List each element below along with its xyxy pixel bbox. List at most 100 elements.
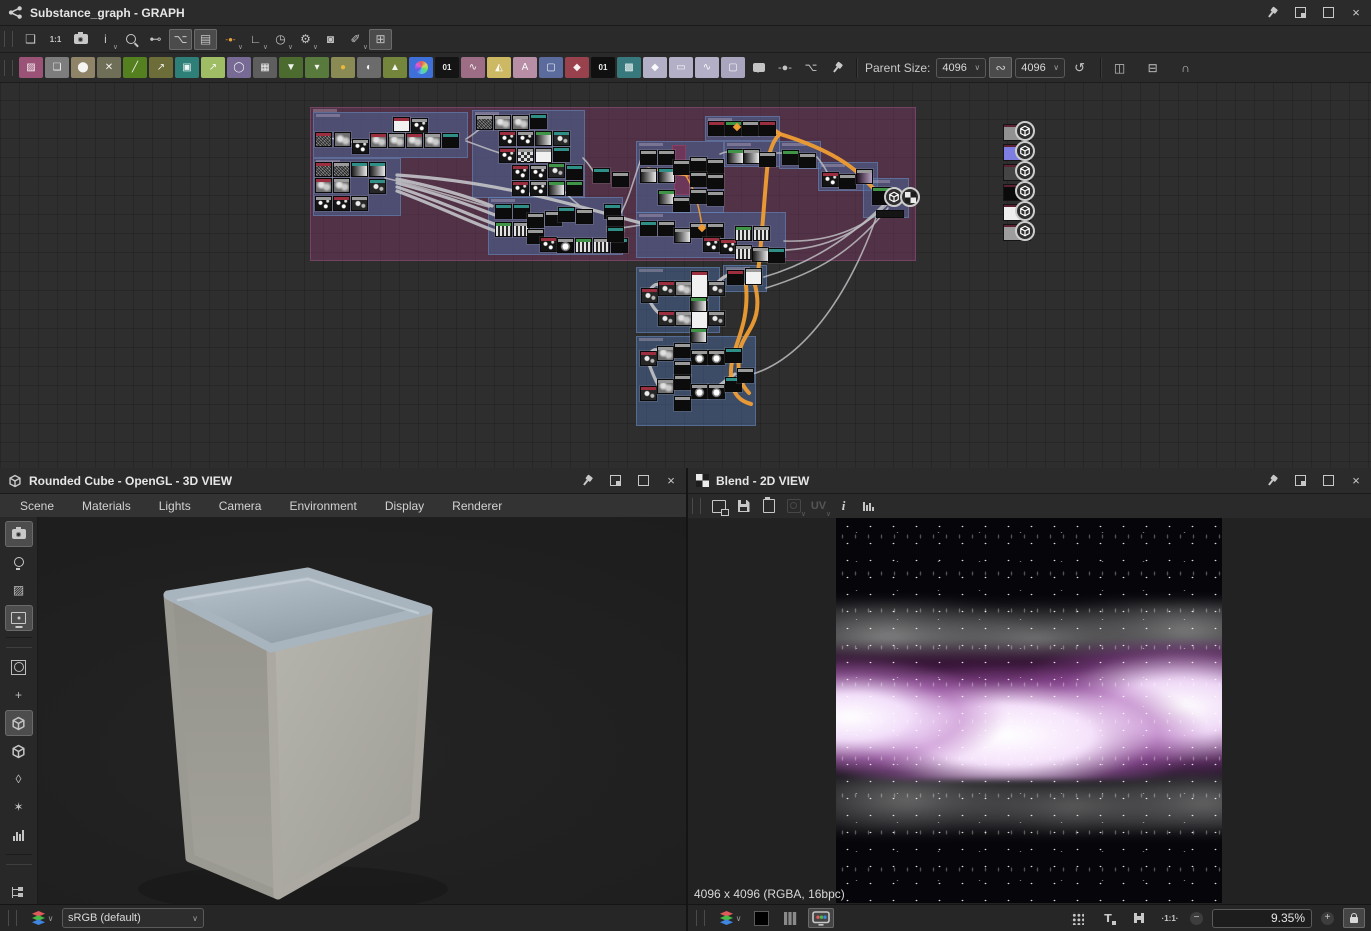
graph-node[interactable] bbox=[512, 115, 529, 130]
toolbar-grip[interactable] bbox=[696, 910, 705, 926]
graph-node[interactable] bbox=[675, 281, 692, 296]
toolbar-grip[interactable] bbox=[4, 31, 13, 47]
zoom-actual-icon[interactable]: 1:1 bbox=[44, 29, 67, 50]
shelf-shape-splatter-icon[interactable]: ◆ bbox=[643, 57, 667, 78]
shelf-curve-icon[interactable]: ╱ bbox=[123, 57, 147, 78]
link-color-icon[interactable]: -●-∨ bbox=[219, 29, 242, 50]
graph-node[interactable] bbox=[640, 351, 657, 366]
graph-node[interactable] bbox=[393, 117, 410, 132]
graph-node[interactable] bbox=[735, 226, 752, 241]
graph-node[interactable] bbox=[657, 346, 674, 361]
graph-node[interactable] bbox=[708, 350, 725, 365]
shelf-mirror-icon[interactable]: ◭ bbox=[487, 57, 511, 78]
graph-node[interactable] bbox=[727, 149, 744, 164]
render-stats-icon[interactable] bbox=[5, 822, 33, 848]
parent-size-width-select[interactable]: 4096∨ bbox=[936, 58, 986, 78]
graph-node[interactable] bbox=[517, 131, 534, 146]
toolbar-grip[interactable] bbox=[692, 498, 701, 514]
graph-node[interactable] bbox=[315, 162, 332, 177]
graph-node[interactable] bbox=[540, 237, 557, 252]
graph-node[interactable] bbox=[753, 226, 770, 241]
environment-icon[interactable]: ▨ bbox=[5, 577, 33, 603]
scene-tree-icon[interactable] bbox=[5, 879, 33, 905]
graph-node[interactable] bbox=[548, 163, 565, 178]
paste-image-icon[interactable] bbox=[757, 496, 780, 517]
graph-node[interactable] bbox=[822, 172, 839, 187]
toolbar-grip[interactable] bbox=[8, 910, 17, 926]
graph-node[interactable] bbox=[388, 133, 405, 148]
graph-node[interactable] bbox=[495, 204, 512, 219]
pin-icon[interactable] bbox=[1265, 6, 1279, 20]
graph-node[interactable] bbox=[576, 209, 593, 224]
float-panel-icon[interactable] bbox=[1293, 474, 1307, 488]
shelf-cells-icon[interactable]: ▩ bbox=[617, 57, 641, 78]
shelf-blur-icon[interactable]: ⬤ bbox=[71, 57, 95, 78]
output-3d-view-badge[interactable] bbox=[1015, 121, 1035, 141]
graph-node[interactable] bbox=[406, 133, 423, 148]
shelf-comment-icon[interactable] bbox=[747, 57, 771, 78]
graph-node[interactable] bbox=[856, 169, 873, 184]
graph-node[interactable] bbox=[799, 153, 816, 168]
shelf-directional-warp-icon[interactable]: ↗ bbox=[201, 57, 225, 78]
maximize-panel-icon[interactable] bbox=[1321, 474, 1335, 488]
view2d-viewport[interactable]: 4096 x 4096 (RGBA, 16bpc) bbox=[688, 518, 1371, 905]
channel-bars-icon[interactable] bbox=[779, 908, 801, 928]
graph-node[interactable] bbox=[708, 311, 725, 326]
graph-node[interactable] bbox=[641, 288, 658, 303]
reset-size-icon[interactable]: ↺ bbox=[1068, 57, 1091, 78]
shelf-dot-node-icon[interactable]: -●- bbox=[773, 57, 797, 78]
screenshot-icon[interactable] bbox=[69, 29, 92, 50]
graph-node[interactable] bbox=[690, 157, 707, 172]
graph-node[interactable] bbox=[674, 361, 691, 376]
view-in-2d-badge[interactable] bbox=[900, 187, 920, 207]
graph-node[interactable] bbox=[707, 159, 724, 174]
graph-node[interactable] bbox=[708, 281, 725, 296]
shelf-flood-fill-icon[interactable]: ◆ bbox=[565, 57, 589, 78]
float-panel-icon[interactable] bbox=[1293, 6, 1307, 20]
align-horizontal-icon[interactable]: ◫ bbox=[1108, 57, 1131, 78]
view3d-viewport[interactable] bbox=[38, 517, 686, 905]
graph-node[interactable] bbox=[557, 238, 574, 253]
graph-node[interactable] bbox=[333, 162, 350, 177]
shelf-normal-icon[interactable]: ◐ bbox=[357, 57, 381, 78]
graph-node[interactable] bbox=[657, 379, 674, 394]
graph-node[interactable] bbox=[640, 168, 657, 183]
node-info-icon[interactable]: i∨ bbox=[94, 29, 117, 50]
menu-environment[interactable]: Environment bbox=[277, 497, 368, 515]
compute-time-icon[interactable]: ◷∨ bbox=[269, 29, 292, 50]
shelf-bitmap-icon[interactable]: ▨ bbox=[19, 57, 43, 78]
gizmo-toggle-icon[interactable]: ∨ bbox=[782, 496, 805, 517]
graph-node[interactable] bbox=[690, 189, 707, 204]
graph-node[interactable] bbox=[673, 160, 690, 175]
graph-node[interactable] bbox=[553, 131, 570, 146]
graph-node[interactable] bbox=[658, 281, 675, 296]
graph-node[interactable] bbox=[782, 150, 799, 165]
graph-node[interactable] bbox=[512, 181, 529, 196]
graph-node[interactable] bbox=[707, 174, 724, 189]
display-settings-icon[interactable] bbox=[5, 605, 33, 631]
save-image-icon[interactable] bbox=[732, 496, 755, 517]
graph-node[interactable] bbox=[742, 121, 759, 136]
output-3d-view-badge[interactable] bbox=[1015, 221, 1035, 241]
rgb-display-icon[interactable] bbox=[808, 908, 834, 928]
graph-node[interactable] bbox=[548, 181, 565, 196]
search-icon[interactable] bbox=[119, 29, 142, 50]
graph-node[interactable] bbox=[727, 270, 744, 285]
graph-node[interactable] bbox=[640, 150, 657, 165]
shelf-spline-icon[interactable]: ∿ bbox=[461, 57, 485, 78]
graph-node[interactable] bbox=[530, 114, 547, 129]
graph-canvas[interactable] bbox=[0, 81, 1371, 468]
graph-node[interactable] bbox=[553, 147, 570, 162]
graph-node[interactable] bbox=[442, 133, 459, 148]
tools-icon[interactable]: ⚙∨ bbox=[294, 29, 317, 50]
focus-parent-icon[interactable]: ⊷ bbox=[144, 29, 167, 50]
shelf-text-icon[interactable]: A bbox=[513, 57, 537, 78]
graph-node[interactable] bbox=[476, 115, 493, 130]
snap-grid-icon[interactable]: ⊞ bbox=[369, 29, 392, 50]
shelf-blend-icon[interactable]: ● bbox=[331, 57, 355, 78]
graph-node[interactable] bbox=[759, 121, 776, 136]
graph-node[interactable] bbox=[535, 131, 552, 146]
parent-size-height-select[interactable]: 4096∨ bbox=[1015, 58, 1065, 78]
graph-node[interactable] bbox=[690, 172, 707, 187]
background-color-swatch[interactable] bbox=[750, 908, 772, 928]
